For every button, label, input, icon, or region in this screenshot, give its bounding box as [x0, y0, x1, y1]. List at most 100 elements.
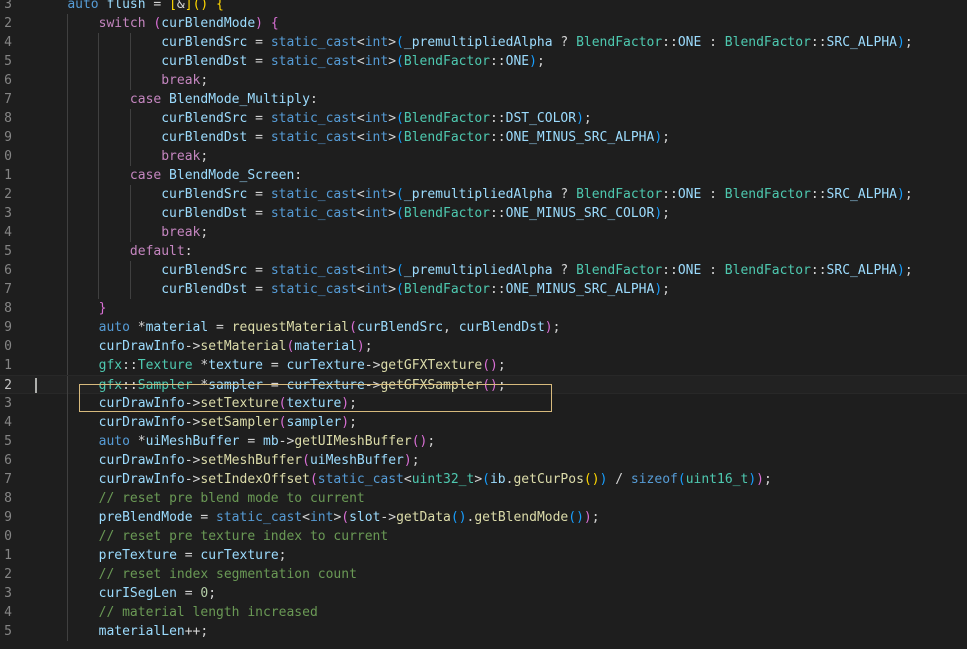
code-line[interactable]: 4 break; [0, 223, 967, 242]
code-token: int [364, 206, 389, 221]
code-token: curBlendSrc [161, 187, 248, 202]
code-token: ; [662, 130, 670, 145]
code-line[interactable]: 7 curDrawInfo->setIndexOffset(static_cas… [0, 470, 967, 489]
code-token: curTexture [286, 378, 365, 393]
code-line[interactable]: 5 default: [0, 242, 967, 261]
code-line[interactable]: 2 // reset index segmentation count [0, 565, 967, 584]
code-line[interactable]: 2 switch (curBlendMode) { [0, 14, 967, 33]
code-token: texture [286, 396, 342, 411]
code-text: // material length increased [36, 603, 318, 622]
code-token: ( [302, 453, 310, 468]
code-line[interactable]: 0 break; [0, 147, 967, 166]
code-line[interactable]: 6 curDrawInfo->setMeshBuffer(uiMeshBuffe… [0, 451, 967, 470]
code-line[interactable]: 8 } [0, 299, 967, 318]
code-token: :: [489, 130, 506, 145]
code-token: = [247, 187, 271, 202]
code-line[interactable]: 1 preTexture = curTexture; [0, 546, 967, 565]
code-line[interactable]: 7 case BlendMode_Multiply: [0, 90, 967, 109]
code-token: ) [576, 111, 584, 126]
code-token: = [247, 54, 271, 69]
code-line[interactable]: 4 // material length increased [0, 603, 967, 622]
code-text: // reset index segmentation count [36, 565, 357, 584]
code-line[interactable]: 4 curBlendSrc = static_cast<int>(_premul… [0, 33, 967, 52]
code-line[interactable]: 3 curISegLen = 0; [0, 584, 967, 603]
code-line[interactable]: 5 materialLen++; [0, 622, 967, 641]
code-line[interactable]: 2 curBlendSrc = static_cast<int>(_premul… [0, 185, 967, 204]
code-token: < [356, 282, 365, 297]
code-text: auto flush = [&]() { [36, 0, 224, 14]
line-number: 5 [4, 54, 12, 69]
line-number: 4 [4, 415, 12, 430]
code-text: materialLen++; [36, 622, 209, 641]
code-token: curBlendDst [161, 130, 248, 145]
code-token: -> [184, 396, 201, 411]
code-token: ( [482, 472, 490, 487]
code-token: :: [489, 111, 506, 126]
code-line[interactable]: 0 // reset pre texture index to current [0, 527, 967, 546]
code-token: : [184, 244, 193, 259]
code-token: : [701, 35, 725, 50]
code-line[interactable]: 2 gfx::Sampler *sampler = curTexture->ge… [0, 375, 967, 395]
code-token: ; [662, 206, 670, 221]
code-line[interactable]: 5 auto *uiMeshBuffer = mb->getUIMeshBuff… [0, 432, 967, 451]
code-line[interactable]: 3 curBlendDst = static_cast<int>(BlendFa… [0, 204, 967, 223]
code-token: > [388, 54, 397, 69]
code-token: slot [349, 510, 381, 525]
code-token: :: [662, 35, 678, 50]
code-token: ) [654, 282, 663, 297]
code-token: uint16_t [685, 472, 749, 487]
code-line[interactable]: 4 curDrawInfo->setSampler(sampler); [0, 413, 967, 432]
code-line[interactable]: 7 curBlendDst = static_cast<int>(BlendFa… [0, 280, 967, 299]
code-line[interactable]: 9 curBlendDst = static_cast<int>(BlendFa… [0, 128, 967, 147]
code-token: / [607, 472, 631, 487]
line-number: 6 [4, 453, 12, 468]
code-text: curDrawInfo->setIndexOffset(static_cast<… [36, 470, 772, 489]
code-line[interactable]: 6 curBlendSrc = static_cast<int>(_premul… [0, 261, 967, 280]
code-token: -> [364, 378, 381, 393]
code-editor[interactable]: 3 auto flush = [&]() {2 switch (curBlend… [0, 0, 967, 641]
code-token: ; [200, 225, 209, 240]
code-token: -> [184, 453, 201, 468]
code-token: ONE [677, 263, 702, 278]
code-token: BlendFactor [576, 263, 663, 278]
code-token: > [388, 35, 397, 50]
code-token: [ [169, 0, 177, 12]
code-token: curBlendSrc [356, 320, 444, 335]
code-token: setIndexOffset [200, 472, 310, 487]
code-token: ( [396, 282, 404, 297]
code-text: curBlendDst = static_cast<int>(BlendFact… [36, 52, 545, 71]
code-token: static_cast [270, 263, 357, 278]
code-line[interactable]: 1 case BlendMode_Screen: [0, 166, 967, 185]
code-text: curISegLen = 0; [36, 584, 216, 603]
code-token: ] [184, 0, 193, 12]
code-text: // reset pre texture index to current [36, 527, 389, 546]
code-token: & [176, 0, 185, 12]
code-line[interactable]: 3 auto flush = [&]() { [0, 0, 967, 14]
code-token: ; [904, 263, 913, 278]
code-line[interactable]: 5 curBlendDst = static_cast<int>(BlendFa… [0, 52, 967, 71]
text-cursor [35, 378, 37, 393]
code-token: SRC_ALPHA [826, 35, 897, 50]
code-line[interactable]: 8 curBlendSrc = static_cast<int>(BlendFa… [0, 109, 967, 128]
code-token: curBlendMode [161, 16, 256, 31]
code-token: mb [263, 434, 279, 449]
code-token: = [153, 0, 170, 12]
code-line[interactable]: 9 preBlendMode = static_cast<int>(slot->… [0, 508, 967, 527]
code-line[interactable]: 6 break; [0, 71, 967, 90]
line-number: 9 [4, 130, 12, 145]
code-line[interactable]: 0 curDrawInfo->setMaterial(material); [0, 337, 967, 356]
code-token: case [129, 92, 162, 107]
line-number: 2 [4, 187, 12, 202]
code-token: curBlendSrc [161, 111, 248, 126]
code-token: : [701, 263, 725, 278]
code-token: // reset pre blend mode to current [98, 491, 365, 506]
code-token: > [388, 111, 397, 126]
code-line[interactable]: 3 curDrawInfo->setTexture(texture); [0, 394, 967, 413]
code-line[interactable]: 9 auto *material = requestMaterial(curBl… [0, 318, 967, 337]
code-line[interactable]: 8 // reset pre blend mode to current [0, 489, 967, 508]
code-token: > [388, 282, 397, 297]
code-token: ) [576, 510, 584, 525]
code-token: ; [497, 358, 506, 373]
code-line[interactable]: 1 gfx::Texture *texture = curTexture->ge… [0, 356, 967, 375]
code-token: ; [591, 510, 600, 525]
